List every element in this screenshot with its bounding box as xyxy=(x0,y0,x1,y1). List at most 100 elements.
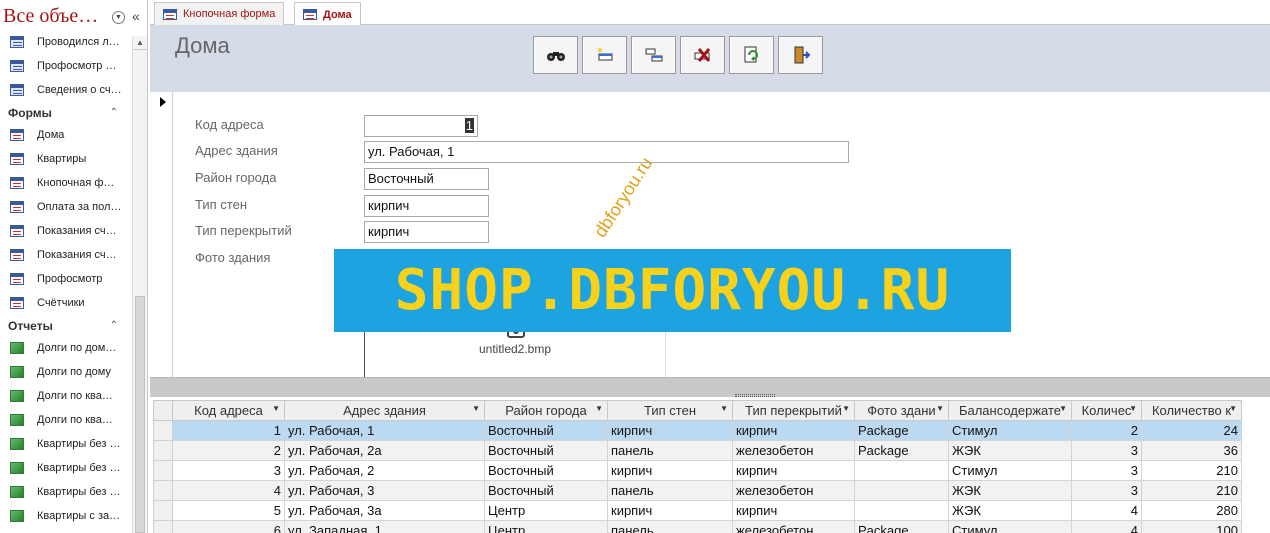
table-cell[interactable] xyxy=(854,500,949,521)
nav-item[interactable]: Квартиры xyxy=(0,147,132,171)
table-cell[interactable]: ЖЭК xyxy=(948,500,1072,521)
sort-filter-dropdown-icon[interactable]: ▼ xyxy=(1059,404,1067,413)
row-selector[interactable] xyxy=(153,460,173,481)
district-field[interactable]: Восточный xyxy=(364,168,489,190)
nav-item[interactable]: Показания сч… xyxy=(0,219,132,243)
table-cell[interactable]: 1 xyxy=(172,420,285,441)
tab-switchboard-form[interactable]: Кнопочная форма xyxy=(154,2,285,25)
new-record-button[interactable] xyxy=(582,36,627,74)
table-cell[interactable]: 36 xyxy=(1141,440,1242,461)
building-address-field[interactable]: ул. Рабочая, 1 xyxy=(364,141,849,163)
tab-houses[interactable]: Дома xyxy=(294,2,361,26)
table-cell[interactable]: железобетон xyxy=(732,440,855,461)
table-row[interactable]: 4 ул. Рабочая, 3 Восточный панель железобето… xyxy=(153,480,1242,501)
nav-item[interactable]: Долги по дому xyxy=(0,360,132,384)
refresh-button[interactable] xyxy=(729,36,774,74)
nav-section-forms[interactable]: Формы ⌃ xyxy=(0,102,132,123)
duplicate-record-button[interactable] xyxy=(631,36,676,74)
nav-item[interactable]: Профосмотр xyxy=(0,267,132,291)
nav-section-reports[interactable]: Отчеты ⌃ xyxy=(0,315,132,336)
column-header[interactable]: Район города ▼ xyxy=(484,400,608,421)
table-cell[interactable]: 2 xyxy=(1071,420,1142,441)
scroll-thumb[interactable] xyxy=(135,296,145,533)
table-cell[interactable]: Восточный xyxy=(484,420,608,441)
sort-filter-dropdown-icon[interactable]: ▼ xyxy=(1229,404,1237,413)
table-cell[interactable]: 4 xyxy=(1071,500,1142,521)
select-all-corner[interactable] xyxy=(153,400,173,421)
table-cell[interactable]: Восточный xyxy=(484,480,608,501)
nav-title[interactable]: Все объе… xyxy=(3,5,98,28)
table-cell[interactable]: ул. Рабочая, 3а xyxy=(284,500,485,521)
split-form-splitter[interactable] xyxy=(150,377,1270,397)
table-cell[interactable]: Package xyxy=(854,520,949,533)
sort-filter-dropdown-icon[interactable]: ▼ xyxy=(595,404,603,413)
table-cell[interactable]: панель xyxy=(607,440,733,461)
row-selector[interactable] xyxy=(153,520,173,533)
nav-item[interactable]: Квартиры со с… xyxy=(0,528,132,533)
exit-button[interactable] xyxy=(778,36,823,74)
table-cell[interactable]: кирпич xyxy=(732,420,855,441)
nav-scrollbar[interactable]: ▲ xyxy=(132,36,147,533)
table-cell[interactable]: ул. Рабочая, 2а xyxy=(284,440,485,461)
nav-collapse-icon[interactable]: « xyxy=(132,8,140,24)
table-cell[interactable]: 3 xyxy=(172,460,285,481)
table-cell[interactable]: железобетон xyxy=(732,480,855,501)
table-row[interactable]: 6 ул. Западная, 1 Центр панель железобетон Pa… xyxy=(153,520,1242,533)
collapse-chevron-icon[interactable]: ⌃ xyxy=(110,107,118,118)
table-cell[interactable]: Центр xyxy=(484,520,608,533)
nav-item[interactable]: Долги по ква… xyxy=(0,384,132,408)
table-cell[interactable]: 2 xyxy=(172,440,285,461)
column-header[interactable]: Фото здани ▼ xyxy=(854,400,949,421)
nav-item[interactable]: Кнопочная ф… xyxy=(0,171,132,195)
column-header[interactable]: Адрес здания ▼ xyxy=(284,400,485,421)
sort-filter-dropdown-icon[interactable]: ▼ xyxy=(272,404,280,413)
table-cell[interactable]: 6 xyxy=(172,520,285,533)
row-selector[interactable] xyxy=(153,500,173,521)
row-selector[interactable] xyxy=(153,480,173,501)
delete-record-button[interactable] xyxy=(680,36,725,74)
collapse-chevron-icon[interactable]: ⌃ xyxy=(110,320,118,331)
table-cell[interactable]: кирпич xyxy=(607,500,733,521)
table-cell[interactable]: железобетон xyxy=(732,520,855,533)
table-cell[interactable]: 280 xyxy=(1141,500,1242,521)
column-header[interactable]: Тип стен ▼ xyxy=(607,400,733,421)
wall-type-field[interactable]: кирпич xyxy=(364,195,489,217)
nav-item[interactable]: Долги по дом… xyxy=(0,336,132,360)
column-header[interactable]: Количество к ▼ xyxy=(1141,400,1242,421)
floor-type-field[interactable]: кирпич xyxy=(364,221,489,243)
table-cell[interactable]: Восточный xyxy=(484,460,608,481)
nav-item[interactable]: Счётчики xyxy=(0,291,132,315)
nav-item[interactable]: Дома xyxy=(0,123,132,147)
table-cell[interactable]: Package xyxy=(854,420,949,441)
table-cell[interactable]: Восточный xyxy=(484,440,608,461)
sort-filter-dropdown-icon[interactable]: ▼ xyxy=(936,404,944,413)
column-header[interactable]: Балансодержате ▼ xyxy=(948,400,1072,421)
table-cell[interactable]: 5 xyxy=(172,500,285,521)
row-selector[interactable] xyxy=(153,440,173,461)
address-code-field[interactable]: 1 xyxy=(364,115,478,137)
table-cell[interactable]: ЖЭК xyxy=(948,480,1072,501)
nav-item[interactable]: Проводился л… xyxy=(0,30,132,54)
sort-filter-dropdown-icon[interactable]: ▼ xyxy=(1129,404,1137,413)
table-cell[interactable]: кирпич xyxy=(732,500,855,521)
table-cell[interactable]: панель xyxy=(607,480,733,501)
table-cell[interactable]: 3 xyxy=(1071,460,1142,481)
table-cell[interactable]: 210 xyxy=(1141,480,1242,501)
table-cell[interactable]: Стимул xyxy=(948,420,1072,441)
table-cell[interactable]: ул. Рабочая, 2 xyxy=(284,460,485,481)
table-cell[interactable]: 3 xyxy=(1071,440,1142,461)
table-cell[interactable]: кирпич xyxy=(607,460,733,481)
table-row[interactable]: 5 ул. Рабочая, 3а Центр кирпич кирпич ЖЭК 4 280 xyxy=(153,500,1242,521)
nav-item[interactable]: Квартиры с за… xyxy=(0,504,132,528)
nav-item[interactable]: Сведения о сч… xyxy=(0,78,132,102)
row-selector[interactable] xyxy=(153,420,173,441)
table-row[interactable]: 3 ул. Рабочая, 2 Восточный кирпич кирпич Стим… xyxy=(153,460,1242,481)
column-header[interactable]: Код адреса ▼ xyxy=(172,400,285,421)
table-row[interactable]: 1 ул. Рабочая, 1 Восточный кирпич кирпич Pack… xyxy=(153,420,1242,441)
table-cell[interactable]: 210 xyxy=(1141,460,1242,481)
table-cell[interactable]: ЖЭК xyxy=(948,440,1072,461)
sort-filter-dropdown-icon[interactable]: ▼ xyxy=(472,404,480,413)
table-cell[interactable]: 4 xyxy=(172,480,285,501)
table-cell[interactable]: Стимул xyxy=(948,460,1072,481)
nav-menu-chevron-icon[interactable]: ▼ xyxy=(112,11,125,24)
